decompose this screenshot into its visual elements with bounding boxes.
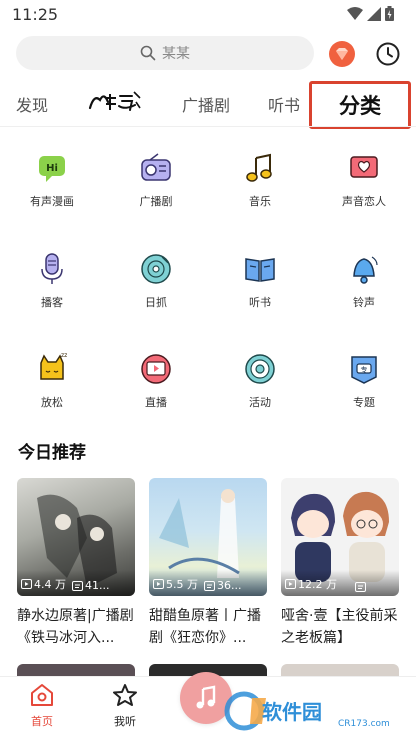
signal-icon	[367, 6, 381, 21]
category-item[interactable]: zz 放松	[0, 351, 104, 410]
category-item[interactable]: 听书	[208, 251, 312, 310]
play-count: 4.4 万	[34, 578, 66, 591]
radio-icon	[141, 153, 171, 181]
vip-button[interactable]	[328, 40, 356, 68]
comment-count: 41...	[85, 579, 110, 592]
tab-category-label: 分类	[339, 94, 381, 118]
sleepy-cat-icon: zz	[40, 352, 67, 380]
tab-radio-drama[interactable]: 广播剧	[182, 92, 230, 116]
category-item[interactable]: 专 专题	[312, 351, 416, 410]
history-button[interactable]	[374, 40, 402, 68]
hi-bubble-icon: Hi	[39, 156, 65, 182]
category-item[interactable]: Hi 有声漫画	[0, 150, 104, 209]
status-time: 11:25	[12, 5, 59, 24]
category-label: 声音恋人	[342, 195, 386, 208]
nav-my-listen[interactable]: 我听	[100, 683, 150, 729]
wifi-icon	[347, 6, 363, 20]
target-activity-icon	[245, 354, 275, 384]
cover-image: 5.5 万 36...	[149, 478, 267, 596]
bell-icon	[353, 256, 378, 284]
card-title: 静水边原著|广播剧《铁马冰河入...	[17, 608, 134, 646]
category-item[interactable]: 音乐	[208, 150, 312, 209]
category-label: 放松	[41, 396, 63, 409]
comment-count-icon	[204, 580, 215, 591]
play-count: 12.2 万	[298, 578, 337, 591]
recommendation-card[interactable]: 12.2 万 哑舍·壹【主役前采之老板篇】	[281, 478, 401, 649]
recommendation-card[interactable]: 4.4 万 41... 静水边原著|广播剧《铁马冰河入...	[17, 478, 137, 649]
cover-stats: 12.2 万	[281, 570, 399, 596]
card-title: 哑舍·壹【主役前采之老板篇】	[281, 608, 398, 646]
star-icon	[113, 684, 137, 706]
watermark-text: 软件园	[262, 700, 322, 724]
tab-category[interactable]: 分类	[309, 81, 411, 129]
category-label: 音乐	[249, 195, 271, 208]
tab-qinghui-logo[interactable]	[88, 88, 142, 114]
live-play-icon	[141, 354, 171, 384]
history-clock-icon	[376, 42, 400, 66]
play-count-icon	[153, 579, 164, 589]
battery-icon	[385, 6, 394, 21]
search-icon	[140, 45, 156, 61]
search-bar[interactable]: 某某	[16, 36, 314, 70]
recommendation-card[interactable]: 5.5 万 36... 甜醋鱼原著丨广播剧《狂恋你》...	[149, 478, 269, 649]
category-label: 广播剧	[139, 195, 173, 208]
category-item[interactable]: 广播剧	[104, 150, 208, 209]
category-item[interactable]: 声音恋人	[312, 150, 416, 209]
tabs-divider	[0, 126, 416, 127]
status-bar: 11:25	[0, 0, 416, 30]
svg-text:zz: zz	[61, 352, 67, 359]
tab-audiobook[interactable]: 听书	[268, 92, 300, 116]
svg-text:Hi: Hi	[46, 163, 58, 174]
nav-home-label: 首页	[31, 715, 53, 728]
category-label: 日抓	[145, 296, 167, 309]
cover-stats: 5.5 万 36...	[149, 570, 267, 596]
cover-stats: 4.4 万 41...	[17, 570, 135, 596]
disc-icon	[141, 254, 171, 284]
category-label: 播客	[41, 296, 63, 309]
nav-home[interactable]: 首页	[17, 683, 67, 729]
category-item[interactable]: 播客	[0, 251, 104, 310]
category-label: 听书	[249, 296, 271, 309]
microphone-icon	[41, 253, 63, 284]
tab-discover[interactable]: 发现	[16, 92, 48, 116]
cover-image: 12.2 万	[281, 478, 399, 596]
category-item[interactable]: 铃声	[312, 251, 416, 310]
category-label: 活动	[249, 396, 271, 409]
nav-my-listen-label: 我听	[114, 715, 136, 728]
comment-count-icon	[72, 580, 83, 591]
comment-count-icon	[355, 582, 366, 592]
search-placeholder: 某某	[162, 46, 190, 62]
vip-gem-icon	[329, 41, 355, 67]
comment-count: 36...	[217, 579, 242, 592]
category-label: 直播	[145, 396, 167, 409]
section-title: 今日推荐	[18, 443, 86, 463]
category-label: 有声漫画	[30, 195, 74, 208]
music-note-icon	[196, 685, 216, 709]
card-title: 甜醋鱼原著丨广播剧《狂恋你》...	[149, 608, 261, 646]
home-icon	[31, 684, 53, 706]
topic-badge-icon: 专	[351, 356, 377, 384]
heart-envelope-icon	[350, 156, 378, 178]
category-label: 专题	[353, 396, 375, 409]
play-count-icon	[285, 579, 296, 589]
category-item[interactable]: 直播	[104, 351, 208, 410]
category-label: 铃声	[353, 296, 375, 309]
play-count-icon	[21, 579, 32, 589]
music-note-icon	[246, 153, 272, 182]
watermark-subtext: CR173.com	[338, 719, 390, 729]
category-item[interactable]: 活动	[208, 351, 312, 410]
svg-text:专: 专	[361, 365, 368, 374]
play-count: 5.5 万	[166, 578, 198, 591]
open-book-icon	[245, 258, 275, 282]
status-icons	[347, 6, 394, 21]
cover-image: 4.4 万 41...	[17, 478, 135, 596]
category-item[interactable]: 日抓	[104, 251, 208, 310]
